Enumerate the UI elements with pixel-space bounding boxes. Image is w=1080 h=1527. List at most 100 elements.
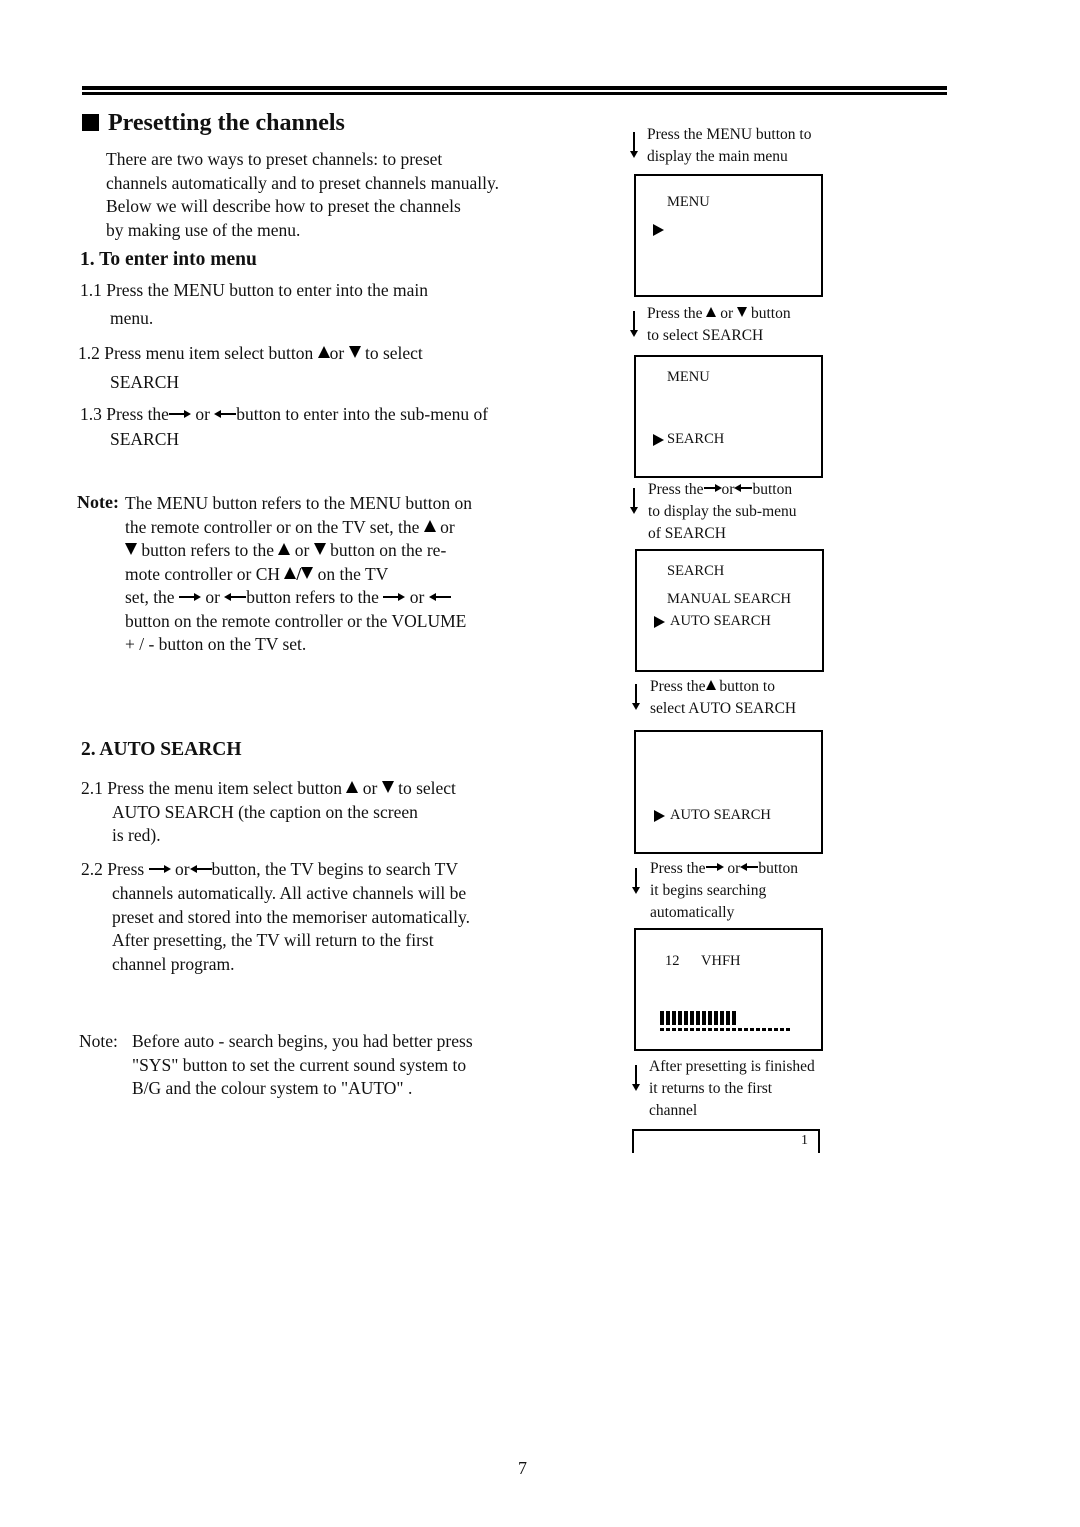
note-text: The MENU button refers to the MENU butto… (125, 492, 472, 657)
left-arrow-icon (428, 592, 451, 602)
left-arrow-icon (734, 483, 753, 493)
progress-segment-empty (786, 1028, 790, 1031)
right-arrow-icon (168, 409, 191, 419)
step-2-2-cont: channels automatically. All active chann… (112, 882, 470, 976)
step-text: After presetting, the TV will return to … (112, 930, 434, 950)
step-number: 1.1 (80, 280, 102, 300)
note-fragment: mote controller or CH (125, 563, 285, 584)
page-number: 7 (518, 1458, 527, 1478)
note-fragment: button refers to the (246, 587, 384, 607)
step-text: Press menu item select button (104, 343, 318, 363)
flow-fragment: button (747, 305, 791, 322)
progress-segment-empty (750, 1028, 754, 1031)
down-arrow-icon (632, 1065, 640, 1091)
right-arrow-icon (703, 483, 722, 493)
screen-title: SEARCH (667, 563, 725, 579)
pointer-icon (653, 224, 664, 236)
up-triangle-icon (284, 566, 297, 579)
or-text: or (358, 778, 382, 798)
note-text: Before auto - search begins, you had bet… (132, 1030, 473, 1101)
step-text: is red). (112, 825, 161, 845)
note-line: button refers to the or button on the re… (125, 539, 472, 563)
down-arrow-icon (632, 868, 640, 894)
note-fragment: or (435, 516, 455, 537)
up-triangle-icon (705, 680, 716, 690)
tv-screen-search-submenu: SEARCH MANUAL SEARCH AUTO SEARCH (635, 549, 824, 672)
tv-screen-auto-search: AUTO SEARCH (634, 730, 823, 854)
note-fragment: set, the (125, 587, 179, 607)
flow-fragment: Press the (647, 305, 707, 322)
note-fragment: or (405, 587, 429, 607)
step-text: preset and stored into the memoriser aut… (112, 906, 470, 927)
note-fragment: or (290, 540, 314, 560)
progress-segment-empty (738, 1028, 742, 1031)
tv-screen-menu-search: MENU SEARCH (634, 355, 823, 478)
progress-segment-filled (714, 1011, 718, 1031)
up-triangle-icon (423, 519, 436, 532)
step-text: Press (107, 859, 149, 879)
screen-title: MENU (667, 194, 710, 210)
up-triangle-icon (317, 346, 330, 358)
down-triangle-icon (125, 543, 137, 555)
left-arrow-icon (214, 409, 237, 419)
flow-text: Press the or button (648, 479, 797, 501)
step-text: channels automatically. All active chann… (112, 883, 467, 903)
step-1-2: 1.2 Press menu item select button or to … (78, 342, 423, 366)
step-text: Press the menu item select button (107, 778, 347, 798)
flow-text: it returns to the first (649, 1080, 773, 1097)
down-arrow-icon (630, 488, 638, 514)
right-arrow-icon (148, 864, 171, 874)
step-text: SEARCH (110, 429, 180, 449)
progress-segment-filled (666, 1011, 670, 1031)
pointer-icon (653, 434, 664, 446)
progress-segment-filled (684, 1011, 688, 1031)
progress-segment-filled (720, 1011, 724, 1031)
screen-title: MENU (667, 369, 710, 385)
intro-paragraph: There are two ways to preset channels: t… (106, 148, 576, 242)
tv-screen-first-channel: 1 (632, 1129, 820, 1153)
note-line: The MENU button refers to the MENU butto… (125, 493, 473, 513)
band-label: VHFH (701, 953, 741, 969)
down-arrow-icon (632, 684, 640, 710)
note-line: the remote controller or on the TV set, … (125, 516, 472, 540)
step-text: SEARCH (110, 372, 180, 392)
flow-text: it begins searching (650, 882, 767, 899)
down-triangle-icon (348, 346, 361, 358)
menu-item-search: SEARCH (667, 431, 725, 447)
flow-step-1: Press the MENU button to display the mai… (647, 124, 811, 168)
progress-segment-empty (780, 1028, 784, 1031)
down-arrow-icon (630, 311, 638, 337)
note-fragment: button refers to the (141, 540, 279, 560)
intro-line: by making use of the menu. (106, 219, 301, 240)
menu-item-auto-search: AUTO SEARCH (670, 807, 771, 823)
step-text: to select (360, 343, 423, 363)
progress-segment-filled (726, 1011, 730, 1031)
tv-screen-searching: 12 VHFH (634, 928, 823, 1051)
flow-fragment: Press the (648, 481, 704, 498)
left-arrow-icon (740, 862, 759, 872)
down-arrow-icon (630, 132, 638, 158)
section-title: Presetting the channels (82, 110, 345, 137)
note-line: B/G and the colour system to "AUTO" . (132, 1078, 413, 1098)
flow-step-4: Press the button to select AUTO SEARCH (650, 676, 796, 720)
or-text: or (190, 404, 215, 424)
flow-text: Press the button to (650, 676, 796, 698)
note-label: Note: (77, 492, 119, 512)
top-rule (82, 86, 947, 90)
menu-item-manual-search: MANUAL SEARCH (667, 591, 791, 607)
progress-segment-filled (660, 1011, 664, 1031)
note-line: set, the or button refers to the or (125, 586, 472, 610)
flow-text: After presetting is finished (649, 1058, 815, 1075)
flow-step-2: Press the or button to select SEARCH (647, 303, 791, 347)
flow-text: Press the MENU button to (647, 126, 812, 143)
up-triangle-icon (346, 781, 359, 793)
flow-text: select AUTO SEARCH (650, 700, 797, 717)
channel-number: 12 (665, 953, 680, 969)
square-bullet-icon (82, 114, 99, 131)
search-progress-bar (660, 1011, 792, 1031)
note-line: Before auto - search begins, you had bet… (132, 1031, 473, 1051)
progress-segment-filled (702, 1011, 706, 1031)
right-arrow-icon (705, 862, 724, 872)
flow-fragment: or (716, 305, 738, 322)
step-text: Press the MENU button to enter into the … (106, 280, 429, 300)
